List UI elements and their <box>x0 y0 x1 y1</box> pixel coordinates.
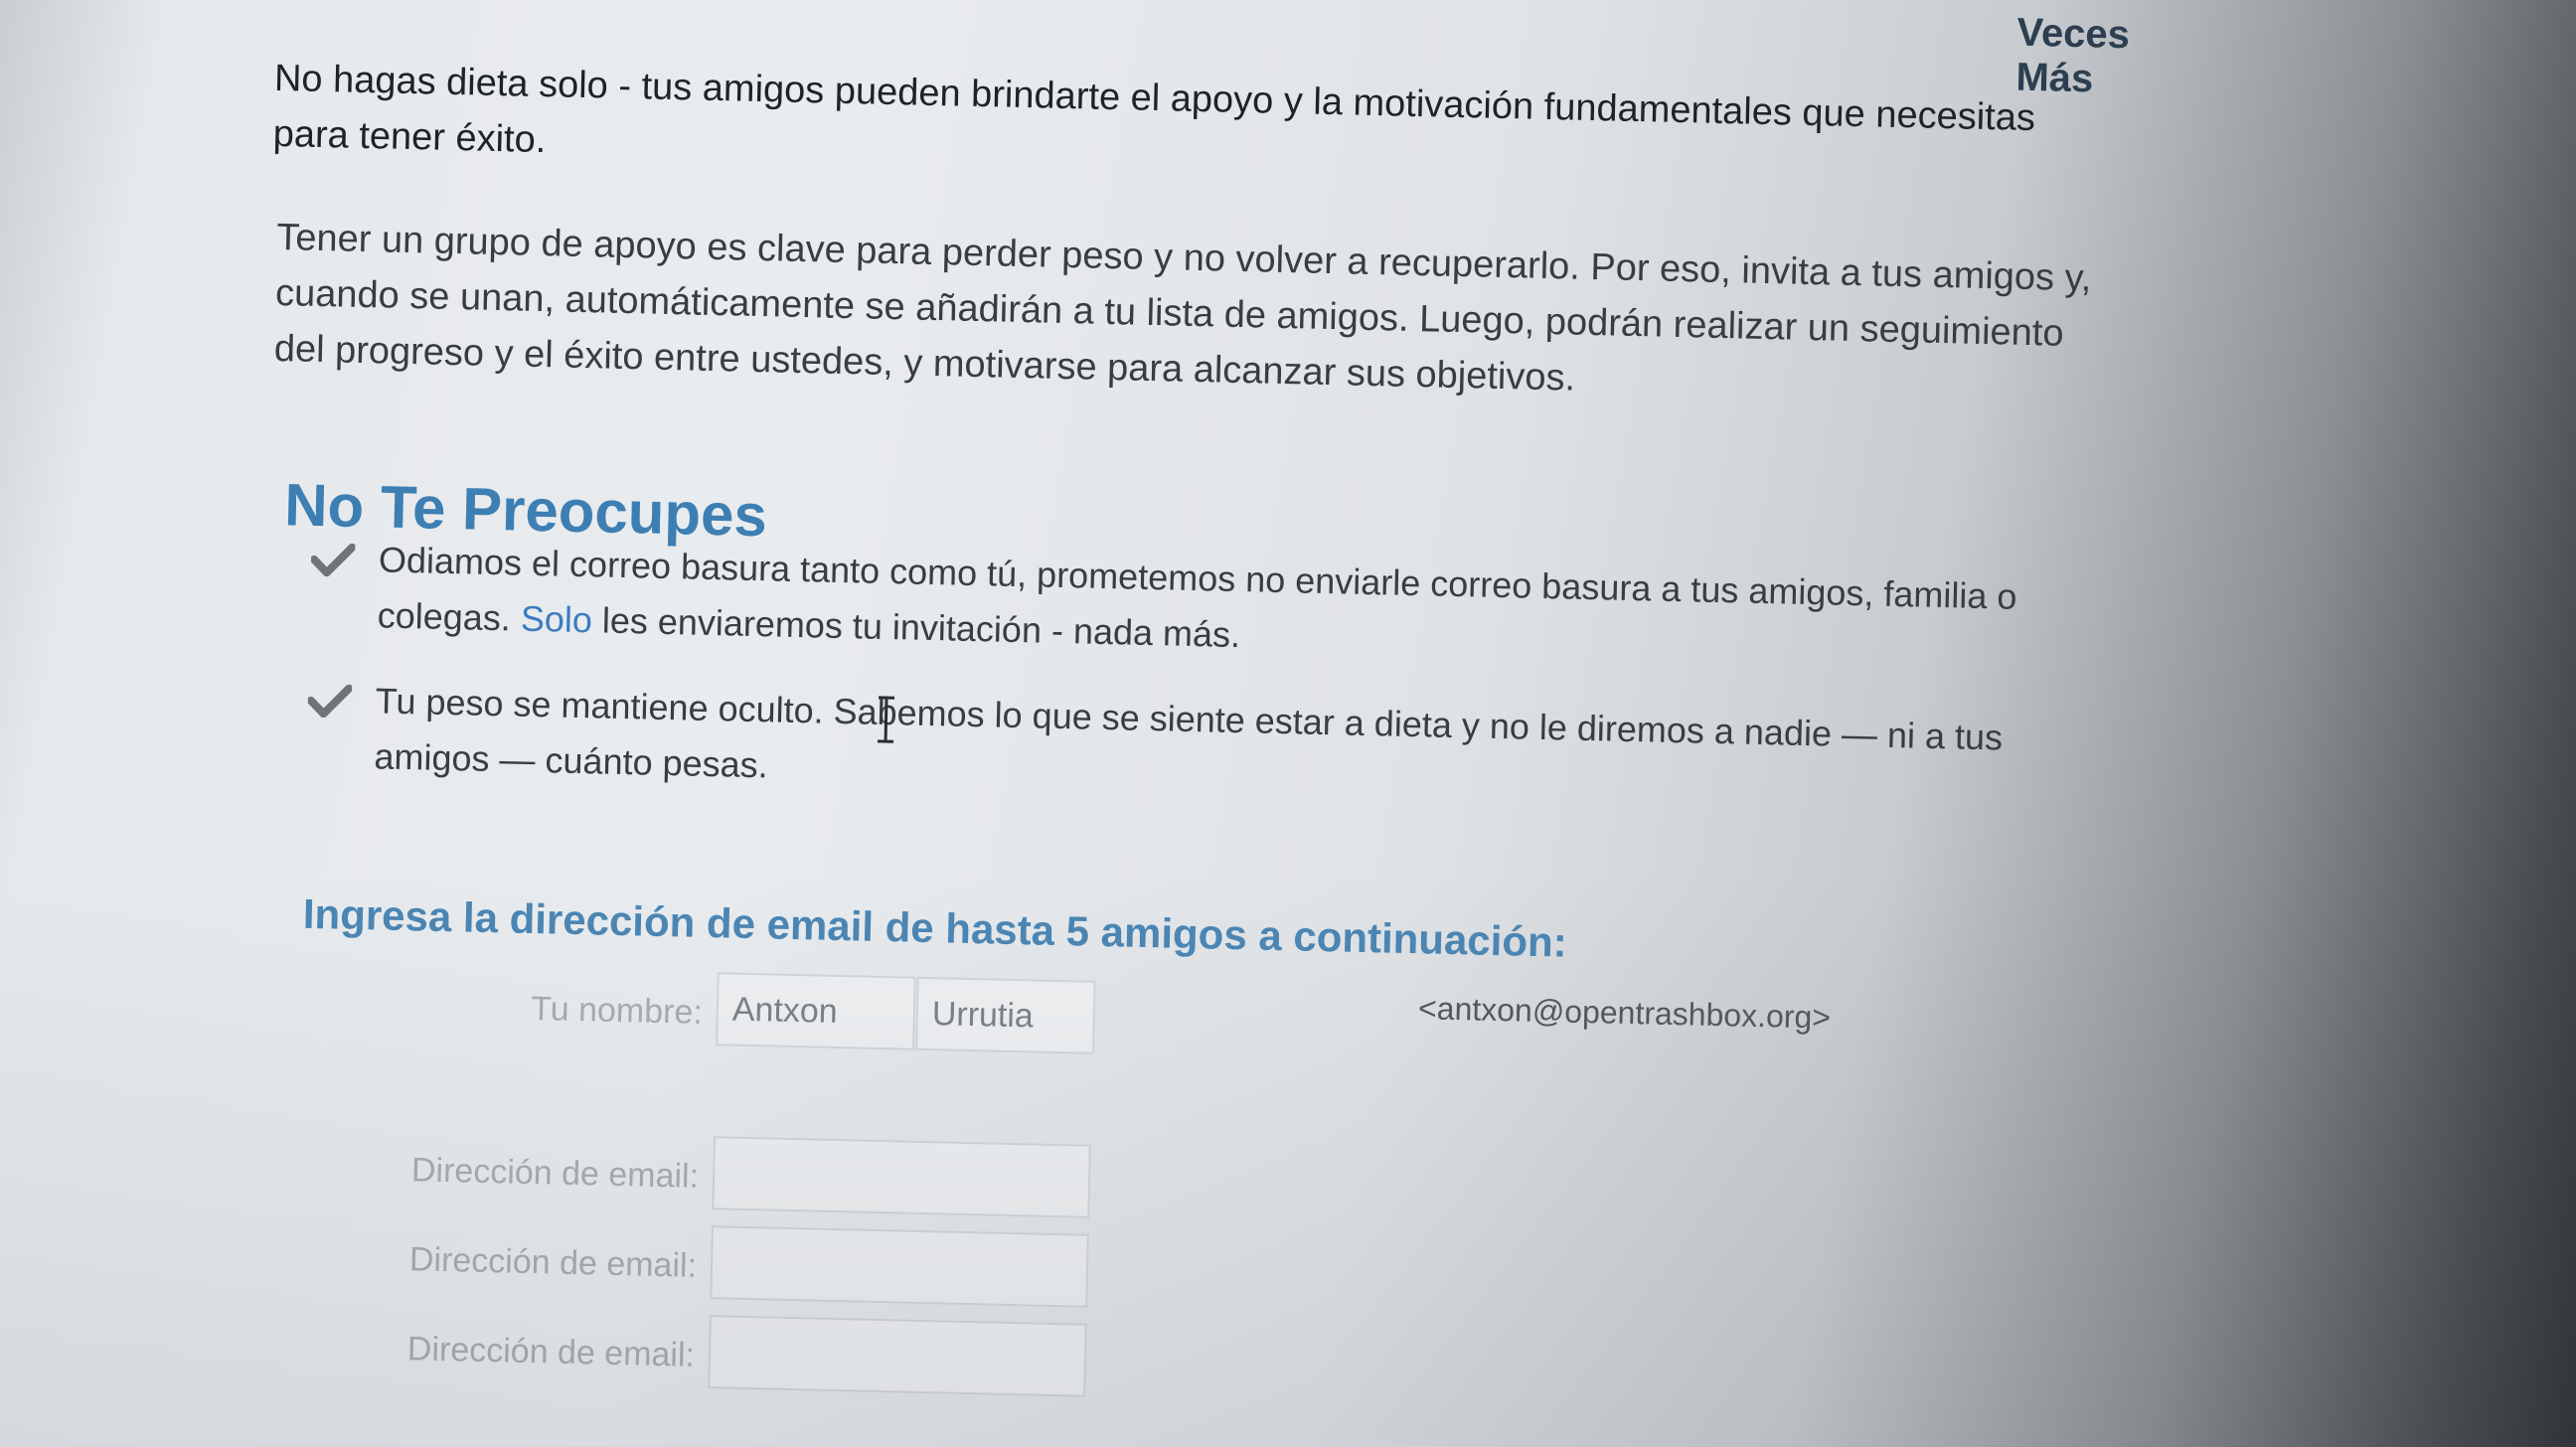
page-header-fragment: Veces Más <box>2014 10 2131 101</box>
email-label: Dirección de email: <box>406 1330 696 1374</box>
first-name-input[interactable] <box>716 972 916 1050</box>
email-label: Dirección de email: <box>410 1151 700 1196</box>
invite-friends-page: Veces Más No hagas dieta solo - tus amig… <box>115 0 2156 1447</box>
name-row: Tu nombre: <antxon@opentrashbox.org> <box>294 963 1985 1081</box>
friend-email-input-3[interactable] <box>708 1315 1087 1397</box>
invite-form-title: Ingresa la dirección de email de hasta 5… <box>302 889 1568 966</box>
solo-link[interactable]: Solo <box>520 598 592 641</box>
email-label: Dirección de email: <box>408 1240 698 1285</box>
check-icon <box>307 684 353 719</box>
friend-email-input-1[interactable] <box>712 1136 1091 1218</box>
reassurance-item-text: Tu peso se mantiene oculto. Sabemos lo q… <box>374 680 2004 786</box>
intro-paragraph-support-group: Tener un grupo de apoyo es clave para pe… <box>273 216 2092 400</box>
name-label: Tu nombre: <box>530 989 704 1032</box>
last-name-input[interactable] <box>914 976 1096 1054</box>
reassurance-item-weight-hidden: Tu peso se mantiene oculto. Sabemos lo q… <box>306 672 2097 824</box>
own-email-address: <antxon@opentrashbox.org> <box>1417 990 1832 1036</box>
check-icon <box>310 543 356 577</box>
reassurance-item-text: les enviaremos tu invitación - nada más. <box>591 599 1241 656</box>
screen: Veces Más No hagas dieta solo - tus amig… <box>0 0 2576 1447</box>
text-cursor-icon <box>878 696 895 743</box>
reassurance-item-no-spam: Odiamos el correo basura tanto como tú, … <box>309 531 2100 683</box>
intro-paragraph-motivation: No hagas dieta solo - tus amigos pueden … <box>272 57 2036 162</box>
friend-email-input-2[interactable] <box>710 1225 1089 1308</box>
reassurance-list: Odiamos el correo basura tanto como tú, … <box>305 531 2100 854</box>
